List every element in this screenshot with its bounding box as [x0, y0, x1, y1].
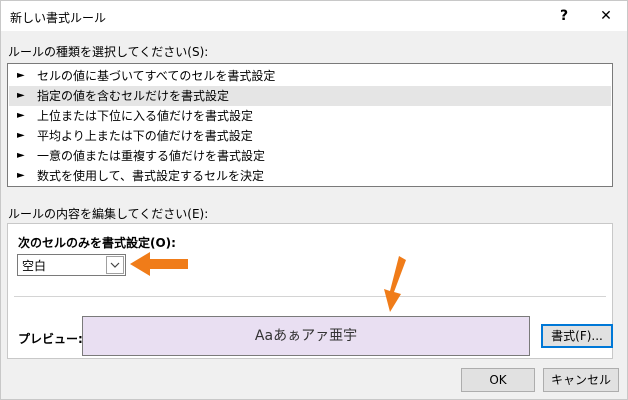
condition-select-value: 空白 — [22, 259, 47, 273]
edit-rule-label: ルールの内容を編集してください(E): — [8, 207, 209, 221]
rule-edit-panel: 次のセルのみを書式設定(O): 空白 プレビュー: Aaあぁアァ亜宇 書式(F)… — [7, 223, 613, 359]
divider — [14, 296, 606, 297]
arrow-icon: ► — [17, 170, 25, 181]
arrow-icon: ► — [17, 70, 25, 81]
dialog-title: 新しい書式ルール — [10, 11, 107, 25]
arrow-icon: ► — [17, 110, 25, 121]
rule-type-item[interactable]: ► セルの値に基づいてすべてのセルを書式設定 — [9, 66, 611, 86]
arrow-icon: ► — [17, 130, 25, 141]
arrow-icon: ► — [17, 90, 25, 101]
preview-label: プレビュー: — [18, 332, 83, 346]
ok-button[interactable]: OK — [461, 368, 535, 392]
rule-type-label: ルールの種類を選択してください(S): — [8, 45, 209, 59]
down-arrow-annotation-icon — [384, 256, 406, 312]
format-button[interactable]: 書式(F)... — [541, 324, 613, 348]
title-bar: 新しい書式ルール ? ✕ — [1, 1, 627, 31]
rule-type-text: 平均より上または下の値だけを書式設定 — [37, 129, 253, 143]
rule-type-text: セルの値に基づいてすべてのセルを書式設定 — [37, 69, 276, 83]
rule-type-item[interactable]: ► 平均より上または下の値だけを書式設定 — [9, 126, 611, 146]
rule-type-text: 一意の値または重複する値だけを書式設定 — [37, 149, 266, 163]
rule-type-text: 上位または下位に入る値だけを書式設定 — [37, 109, 254, 123]
close-button[interactable]: ✕ — [593, 5, 619, 27]
rule-type-list[interactable]: ► セルの値に基づいてすべてのセルを書式設定 ► 指定の値を含むセルだけを書式設… — [7, 63, 613, 187]
rule-type-text: 指定の値を含むセルだけを書式設定 — [37, 89, 230, 103]
condition-select[interactable]: 空白 — [17, 254, 126, 276]
rule-type-item[interactable]: ► 上位または下位に入る値だけを書式設定 — [9, 106, 611, 126]
rule-type-item[interactable]: ► 一意の値または重複する値だけを書式設定 — [9, 146, 611, 166]
rule-type-item[interactable]: ► 数式を使用して、書式設定するセルを決定 — [9, 166, 611, 186]
left-arrow-annotation-icon — [130, 252, 188, 276]
arrow-icon: ► — [17, 150, 25, 161]
help-button[interactable]: ? — [551, 5, 577, 27]
new-format-rule-dialog: 新しい書式ルール ? ✕ ルールの種類を選択してください(S): ► セルの値に… — [0, 0, 628, 400]
condition-label: 次のセルのみを書式設定(O): — [18, 236, 176, 250]
rule-type-text: 数式を使用して、書式設定するセルを決定 — [37, 169, 265, 183]
preview-box: Aaあぁアァ亜宇 — [82, 316, 530, 356]
chevron-down-icon[interactable] — [106, 256, 124, 274]
rule-type-item-selected[interactable]: ► 指定の値を含むセルだけを書式設定 — [9, 86, 611, 106]
cancel-button[interactable]: キャンセル — [543, 368, 619, 392]
